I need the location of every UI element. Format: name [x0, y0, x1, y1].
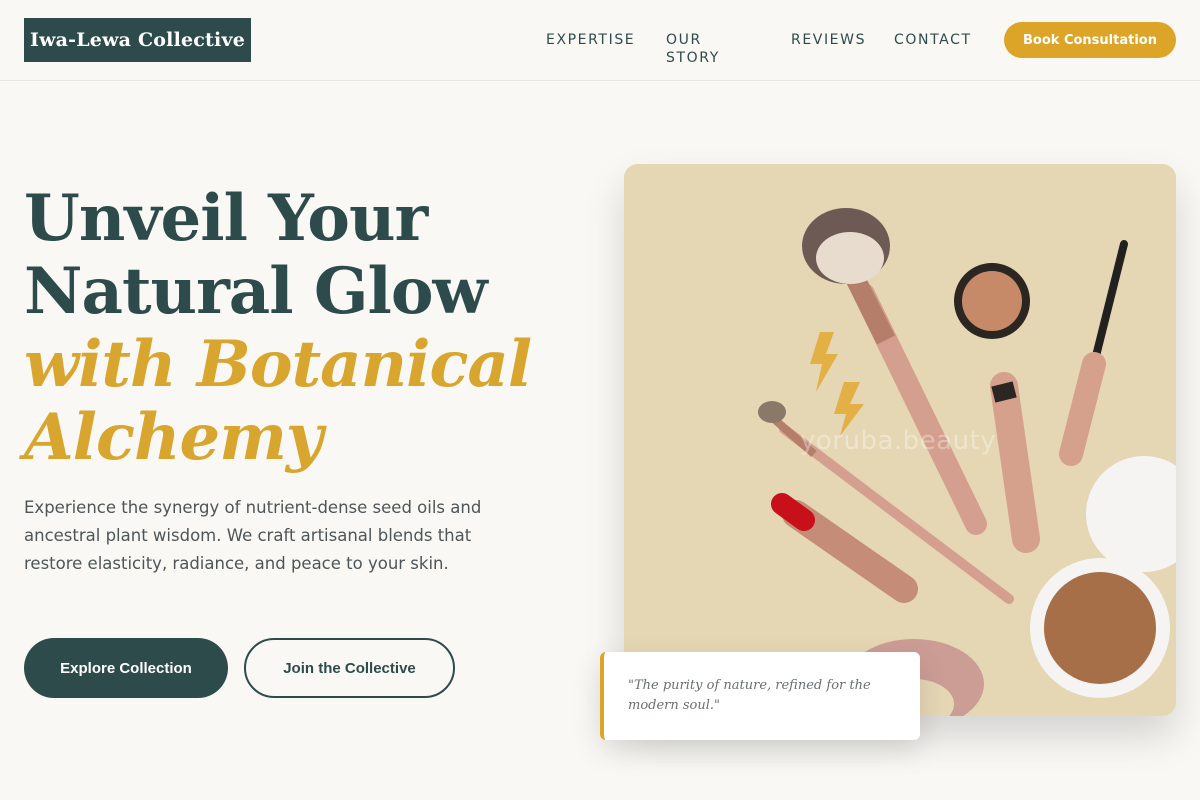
explore-collection-button[interactable]: Explore Collection [24, 638, 228, 698]
hero-title-line: Natural Glow [24, 254, 488, 329]
hero-title-line: Unveil Your [24, 181, 428, 256]
nav-link-our-story[interactable]: OUR STORY [666, 31, 720, 67]
join-collective-button[interactable]: Join the Collective [244, 638, 455, 698]
hero-title-accent-line: Alchemy [24, 400, 323, 475]
nav-link-contact[interactable]: CONTACT [894, 31, 972, 49]
site-header: Iwa-Lewa Collective EXPERTISE OUR STORY … [0, 0, 1200, 81]
nav-link-reviews[interactable]: REVIEWS [791, 31, 866, 49]
brand-logo[interactable]: Iwa-Lewa Collective [24, 18, 251, 62]
hero-title-accent-line: with Botanical [24, 327, 532, 402]
nav-link-expertise[interactable]: EXPERTISE [546, 31, 635, 49]
quote-text: "The purity of nature, refined for the m… [628, 678, 871, 713]
testimonial-quote-card: "The purity of nature, refined for the m… [600, 652, 920, 740]
image-watermark: yoruba.beauty [800, 426, 997, 456]
cream-compact-icon [954, 263, 1030, 339]
hero-title: Unveil Your Natural Glow with Botanical … [24, 182, 564, 474]
hero-description: Experience the synergy of nutrient-dense… [24, 498, 482, 573]
book-consultation-button[interactable]: Book Consultation [1004, 22, 1176, 58]
hero-product-image: yoruba.beauty [624, 164, 1176, 716]
